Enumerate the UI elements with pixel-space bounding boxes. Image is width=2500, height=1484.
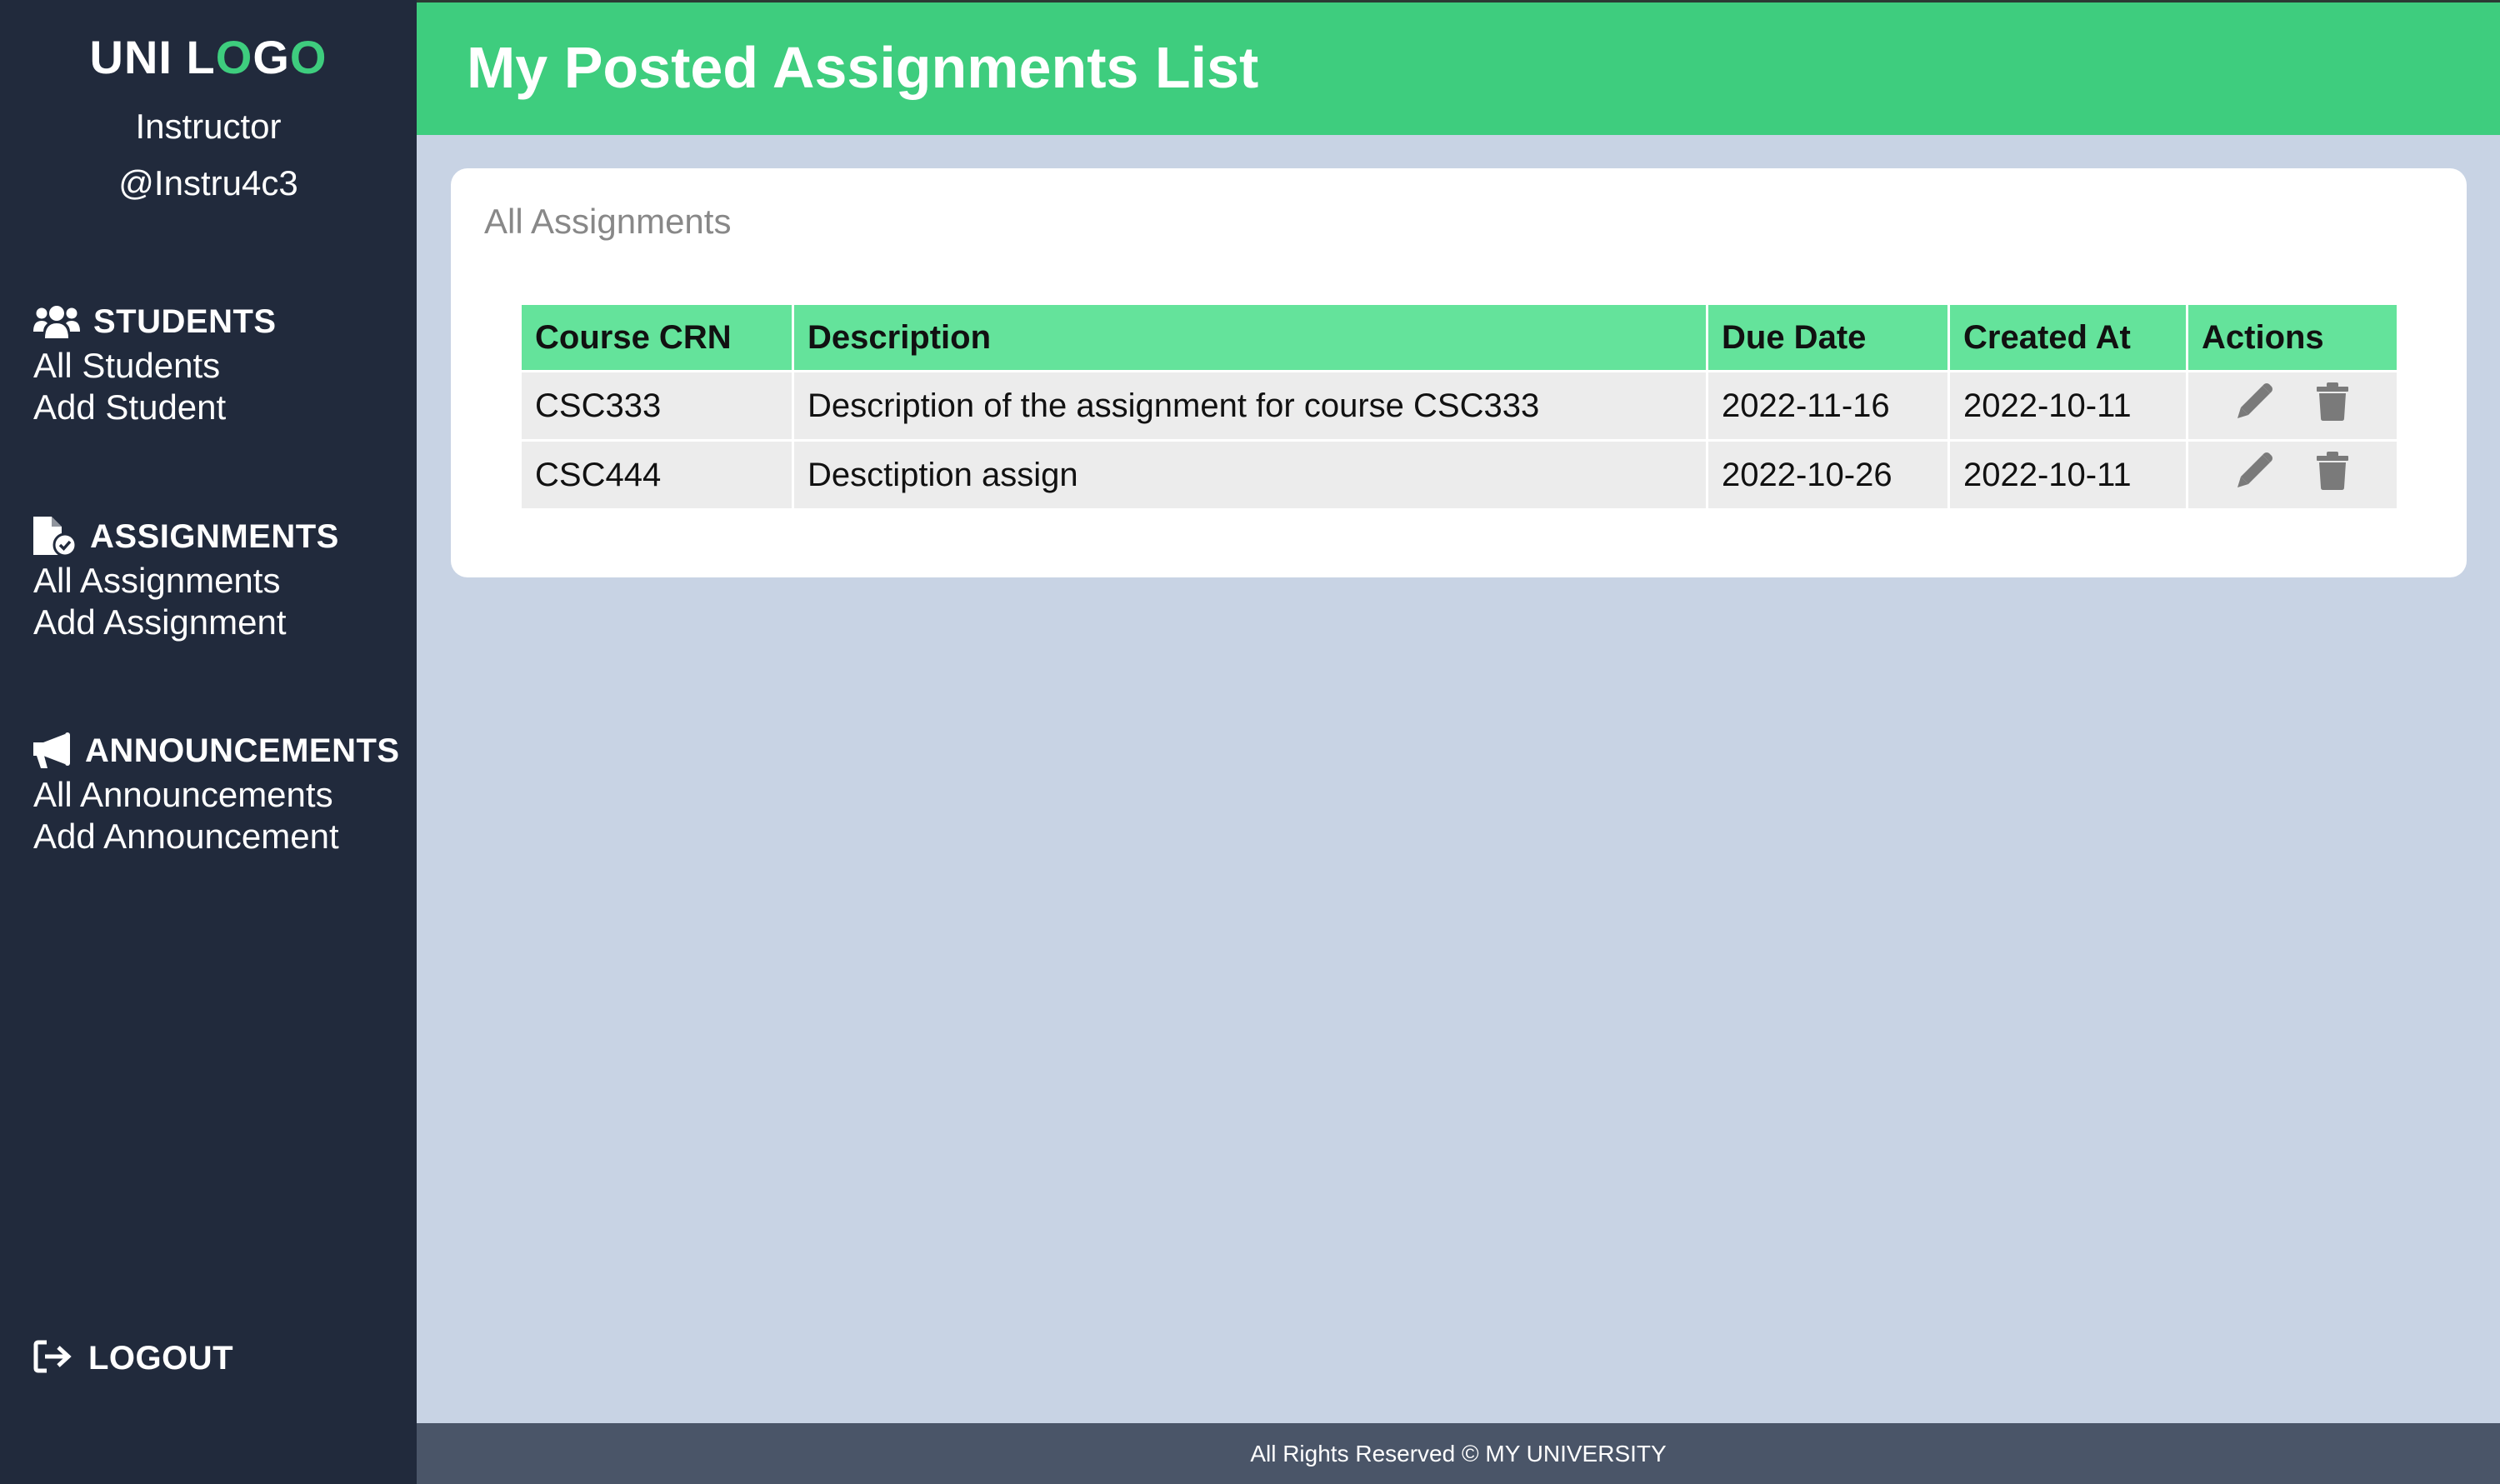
cell-description: Description of the assignment for course… <box>792 370 1708 441</box>
cell-created-at: 2022-10-11 <box>1948 370 2188 441</box>
cell-due-date: 2022-11-16 <box>1707 370 1950 441</box>
announcements-section: ANNOUNCEMENTS All Announcements Add Anno… <box>33 727 400 857</box>
sidebar-link-add-announcement[interactable]: Add Announcement <box>33 816 400 857</box>
logo: UNI LOGO <box>89 31 328 83</box>
logout-label: LOGOUT <box>88 1340 234 1377</box>
file-check-icon <box>33 517 77 557</box>
cell-crn: CSC333 <box>522 370 794 441</box>
cell-created-at: 2022-10-11 <box>1948 439 2188 508</box>
announcements-title: ANNOUNCEMENTS <box>85 732 400 769</box>
assignments-section: ASSIGNMENTS All Assignments Add Assignme… <box>33 513 339 643</box>
logout-button[interactable]: LOGOUT <box>33 1340 233 1377</box>
announcements-header: ANNOUNCEMENTS <box>33 727 400 774</box>
megaphone-icon <box>33 732 72 769</box>
sidebar-link-all-students[interactable]: All Students <box>33 345 277 387</box>
assignments-table: Course CRN Description Due Date Created … <box>522 305 2397 508</box>
page-title: My Posted Assignments List <box>467 35 1259 100</box>
footer: All Rights Reserved © MY UNIVERSITY <box>417 1423 2500 1484</box>
cell-actions <box>2187 439 2397 508</box>
cell-due-date: 2022-10-26 <box>1707 439 1950 508</box>
card-title: All Assignments <box>484 202 732 241</box>
pencil-icon[interactable] <box>2235 382 2273 429</box>
column-header-created-at: Created At <box>1948 305 2188 372</box>
user-handle: @Instru4c3 <box>118 163 298 202</box>
column-header-description: Description <box>792 305 1708 372</box>
trash-icon[interactable] <box>2317 382 2348 429</box>
pencil-icon[interactable] <box>2235 452 2273 498</box>
table-row: CSC333 Description of the assignment for… <box>522 370 2397 441</box>
table-row: CSC444 Desctiption assign 2022-10-26 202… <box>522 439 2397 508</box>
sidebar-link-add-assignment[interactable]: Add Assignment <box>33 602 339 643</box>
students-section: STUDENTS All Students Add Student <box>33 298 277 428</box>
user-role: Instructor <box>135 107 282 146</box>
cell-description: Desctiption assign <box>792 439 1708 508</box>
assignments-header: ASSIGNMENTS <box>33 513 339 560</box>
column-header-due-date: Due Date <box>1707 305 1950 372</box>
sidebar-link-all-announcements[interactable]: All Announcements <box>33 774 400 816</box>
table-header-row: Course CRN Description Due Date Created … <box>522 305 2397 372</box>
column-header-course-crn: Course CRN <box>522 305 794 372</box>
sidebar-link-add-student[interactable]: Add Student <box>33 387 277 428</box>
students-title: STUDENTS <box>93 302 277 340</box>
assignments-title: ASSIGNMENTS <box>90 517 339 555</box>
users-icon <box>33 303 80 340</box>
sidebar: UNI LOGO Instructor @Instru4c3 STUDENTS … <box>0 0 417 1484</box>
cell-crn: CSC444 <box>522 439 794 508</box>
footer-text: All Rights Reserved © MY UNIVERSITY <box>1250 1441 1667 1467</box>
page-header: My Posted Assignments List <box>417 0 2500 135</box>
trash-icon[interactable] <box>2317 452 2348 498</box>
sidebar-link-all-assignments[interactable]: All Assignments <box>33 560 339 602</box>
column-header-actions: Actions <box>2187 305 2397 372</box>
logout-icon <box>33 1340 72 1377</box>
students-header: STUDENTS <box>33 298 277 345</box>
assignments-card: All Assignments Course CRN Description D… <box>451 168 2467 577</box>
cell-actions <box>2187 370 2397 441</box>
